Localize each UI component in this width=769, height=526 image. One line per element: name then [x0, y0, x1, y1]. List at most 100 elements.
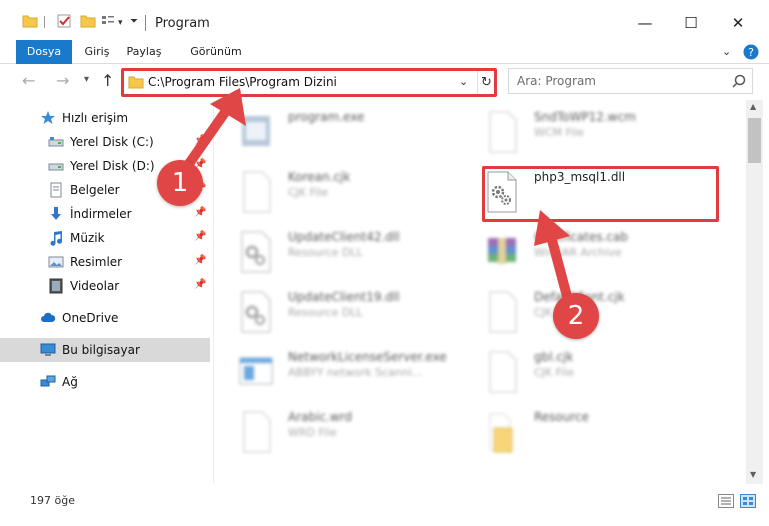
up-arrow-icon[interactable]: ↑ [101, 71, 114, 90]
sidebar-item-label: Müzik [70, 231, 105, 245]
file-name: Resource [534, 410, 590, 424]
file-type: Resource DLL [288, 306, 363, 319]
file-item-updateclient19[interactable]: UpdateClient19.dll Resource DLL [238, 286, 478, 342]
scroll-down-arrow-icon[interactable]: ▼ [750, 470, 756, 479]
tab-share[interactable]: Paylaş [120, 40, 168, 64]
video-icon [49, 278, 63, 294]
search-input[interactable]: Ara: Program [508, 68, 753, 94]
sidebar-item-videos[interactable]: Videolar 📌 [0, 274, 210, 298]
sidebar-item-this-pc[interactable]: Bu bilgisayar [0, 338, 210, 362]
file-type: ABBYY network Scanni... [288, 366, 423, 379]
pictures-icon [48, 256, 64, 268]
back-arrow-icon[interactable]: ← [22, 71, 35, 90]
file-name: NetworkLicenseServer.exe [288, 350, 447, 364]
pin-icon[interactable]: 📌 [194, 279, 206, 290]
folder-icon [128, 76, 144, 89]
help-icon[interactable]: ? [742, 43, 760, 61]
scroll-up-arrow-icon[interactable]: ▲ [750, 102, 756, 111]
sidebar-item-pictures[interactable]: Resimler 📌 [0, 250, 210, 274]
address-bar[interactable]: C:\Program Files\Program Dizini ⌄ ↻ [122, 68, 496, 96]
close-button[interactable]: ✕ [715, 8, 761, 38]
file-name: Korean.cjk [288, 170, 351, 184]
sidebar-item-label: Belgeler [70, 183, 120, 197]
sidebar-item-network[interactable]: Ağ [0, 370, 210, 394]
tab-home[interactable]: Giriş [80, 40, 114, 64]
recent-locations-icon[interactable]: ▾ [84, 74, 89, 85]
file-icon [243, 411, 271, 453]
sidebar-item-label: İndirmeler [70, 207, 132, 221]
sidebar-item-label: Yerel Disk (C:) [70, 135, 154, 149]
file-type: CJK File [534, 366, 575, 379]
drive-icon [48, 163, 64, 171]
step-badge-1: 1 [157, 160, 203, 206]
title-separator [145, 15, 146, 31]
customize-toolbar-icon[interactable]: ⏷ [130, 16, 138, 27]
star-icon [41, 111, 55, 124]
file-item-arabic-wrd[interactable]: Arabic.wrd WRD File [238, 406, 478, 462]
window-exe-icon [239, 357, 273, 385]
file-name: Arabic.wrd [288, 410, 353, 424]
folder-icon [489, 413, 513, 453]
maximize-button[interactable]: ☐ [668, 8, 714, 38]
status-bar: 197 öğe [0, 486, 769, 526]
search-icon[interactable] [731, 73, 747, 89]
file-icon [243, 171, 271, 213]
forward-arrow-icon[interactable]: → [56, 71, 69, 90]
file-type: CJK File [288, 186, 329, 199]
file-item-program-exe[interactable]: program.exe [238, 106, 478, 162]
file-item-gbl-cjk[interactable]: gbl.cjk CJK File [484, 346, 724, 402]
title-bar: ▾ ⏷ Program — ☐ ✕ [0, 0, 769, 40]
file-item-resource-folder[interactable]: Resource [484, 406, 724, 462]
sidebar-item-label: Ağ [62, 375, 78, 389]
scroll-thumb[interactable] [748, 118, 761, 163]
drive-icon [48, 137, 64, 147]
address-dropdown-icon[interactable]: ⌄ [459, 75, 468, 88]
step-badge-2: 2 [553, 293, 599, 339]
file-item-defaultfont-cjk[interactable]: DefaultFont.cjk CJK File [484, 286, 724, 342]
file-item-korean-cjk[interactable]: Korean.cjk CJK File [238, 166, 478, 222]
minimize-button[interactable]: — [622, 8, 668, 38]
details-view-icon[interactable] [718, 494, 734, 508]
tab-file[interactable]: Dosya [16, 40, 72, 64]
file-name: SndToWP12.wcm [534, 110, 636, 124]
properties-check-icon[interactable] [56, 13, 72, 29]
dll-gear-icon [241, 291, 271, 333]
sidebar-item-onedrive[interactable]: OneDrive [0, 306, 210, 330]
window-title: Program [155, 16, 210, 31]
file-name: UpdateClient19.dll [288, 290, 400, 304]
vertical-scrollbar[interactable]: ▲ ▼ [746, 100, 763, 484]
file-type: WRD File [288, 426, 337, 439]
file-icon [489, 111, 517, 153]
svg-text:?: ? [748, 46, 754, 59]
expand-ribbon-icon[interactable]: ⌄ [722, 45, 731, 58]
file-item-networklicenseserver[interactable]: NetworkLicenseServer.exe ABBYY network S… [238, 346, 478, 402]
file-item-certificates-cab[interactable]: Certificates.cab WinRAR Archive [484, 226, 724, 282]
ribbon-tabs: Dosya Giriş Paylaş Görünüm ⌄ ? [0, 40, 769, 64]
folder-icon[interactable] [22, 13, 38, 29]
pin-icon[interactable]: 📌 [194, 135, 206, 146]
sidebar-item-music[interactable]: Müzik 📌 [0, 226, 210, 250]
tab-view[interactable]: Görünüm [183, 40, 249, 64]
address-path[interactable]: C:\Program Files\Program Dizini [148, 75, 337, 89]
documents-icon [50, 182, 62, 198]
large-icons-view-icon[interactable] [740, 494, 756, 508]
sidebar-item-disk-c[interactable]: Yerel Disk (C:) 📌 [0, 130, 210, 154]
computer-icon [40, 343, 56, 356]
new-folder-icon[interactable] [80, 13, 96, 29]
file-item-updateclient42[interactable]: UpdateClient42.dll Resource DLL [238, 226, 478, 282]
file-type: WCM File [534, 126, 584, 139]
pin-icon[interactable]: 📌 [194, 207, 206, 218]
pin-icon[interactable]: 📌 [194, 231, 206, 242]
file-name: program.exe [288, 110, 365, 124]
sidebar-item-quick-access[interactable]: Hızlı erişim [0, 106, 210, 130]
refresh-icon[interactable]: ↻ [477, 70, 495, 94]
pin-icon[interactable]: 📌 [194, 255, 206, 266]
sidebar-item-label: OneDrive [62, 311, 119, 325]
file-item-sndtowp12[interactable]: SndToWP12.wcm WCM File [484, 106, 724, 162]
view-options-icon[interactable] [100, 13, 116, 29]
music-icon [50, 231, 62, 246]
quick-access-dropdown-icon[interactable]: ▾ [118, 18, 123, 28]
winrar-icon [488, 238, 516, 264]
search-placeholder: Ara: Program [517, 74, 596, 88]
file-item-php3-msql1-dll[interactable]: php3_msql1.dll [484, 166, 724, 222]
